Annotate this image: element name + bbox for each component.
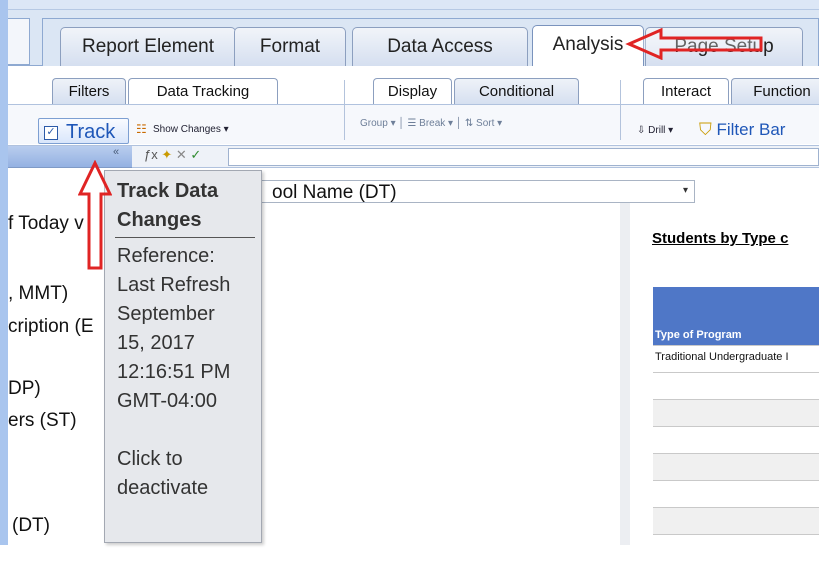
table-row[interactable]: Traditional Undergraduate I — [653, 345, 819, 373]
left-panel-item[interactable]: (DT) — [12, 515, 50, 537]
table-header: Type of Program — [653, 287, 819, 345]
tab-data-access[interactable]: Data Access — [352, 27, 528, 66]
group-button[interactable]: Group ▾ │ ☰ Break ▾ │ ⇅ Sort ▾ — [360, 118, 502, 129]
filter-icon: ⛉ — [699, 120, 712, 139]
ribbon-separator — [344, 80, 345, 140]
table-row[interactable] — [653, 507, 819, 535]
subtab-data-tracking[interactable]: Data Tracking — [128, 78, 278, 105]
left-panel-item[interactable]: cription (E — [8, 316, 94, 338]
tooltip-line: 15, 2017 — [117, 332, 195, 354]
tab-report-element[interactable]: Report Element — [60, 27, 236, 66]
tooltip-line: Reference: — [117, 245, 215, 267]
subtab-filters[interactable]: Filters — [52, 78, 126, 105]
chevron-down-icon: ▾ — [682, 185, 688, 196]
annotation-arrow-left — [625, 28, 763, 60]
object-dropdown[interactable]: ool Name (DT) ▾ — [242, 180, 695, 203]
left-panel-item[interactable]: ers (ST) — [8, 410, 77, 432]
track-label: Track — [66, 121, 116, 143]
tooltip-line: GMT-04:00 — [117, 390, 218, 412]
tooltip-title: Track Data — [117, 180, 219, 202]
table-row[interactable] — [653, 453, 819, 481]
tooltip-line — [117, 416, 263, 445]
table-row[interactable] — [653, 480, 819, 508]
track-button[interactable]: ✓ Track — [38, 118, 129, 144]
table-row[interactable] — [653, 399, 819, 427]
tooltip-title: Changes — [117, 209, 202, 231]
report-title: Students by Type c — [652, 230, 789, 247]
tooltip-line: deactivate — [117, 477, 209, 499]
checkbox-icon: ✓ — [44, 126, 58, 140]
annotation-arrow-up — [78, 160, 112, 270]
subtab-function[interactable]: Function — [731, 78, 819, 105]
table-row[interactable] — [653, 372, 819, 400]
show-changes-icon: ☷ — [136, 122, 147, 136]
show-changes-button[interactable]: Show Changes ▾ — [153, 124, 229, 135]
left-panel-item[interactable]: f Today v — [8, 213, 84, 235]
table-row[interactable] — [653, 426, 819, 454]
filter-bar-button[interactable]: ⛉ Filter Bar — [699, 120, 785, 140]
drill-button[interactable]: ⇩ Drill ▾ — [637, 125, 673, 136]
tooltip-line: 12:16:51 PM — [117, 361, 231, 383]
collapse-icon[interactable]: « — [113, 146, 119, 158]
subtab-interact[interactable]: Interact — [643, 78, 729, 105]
tooltip-line: Click to — [117, 448, 183, 470]
tab-format[interactable]: Format — [234, 27, 346, 66]
dropdown-value: ool Name (DT) — [272, 182, 397, 203]
formula-icons[interactable]: ƒx ✦ ✕ ✓ — [144, 147, 201, 163]
top-bar — [8, 0, 819, 10]
panel-divider — [620, 203, 630, 545]
ribbon-separator — [620, 80, 621, 140]
subtab-display[interactable]: Display — [373, 78, 452, 105]
left-edge-strip — [0, 0, 8, 545]
formula-input[interactable] — [228, 148, 819, 166]
table-row[interactable] — [653, 534, 819, 562]
collapsed-panel-box — [8, 18, 30, 65]
subtab-conditional[interactable]: Conditional — [454, 78, 579, 105]
left-panel-item[interactable]: DP) — [8, 378, 41, 400]
track-changes-tooltip: Track Data Changes Reference: Last Refre… — [104, 170, 262, 543]
tooltip-line: Last Refresh — [117, 274, 231, 296]
tooltip-divider — [115, 237, 255, 238]
tooltip-line: September — [117, 303, 215, 325]
left-panel-item[interactable]: , MMT) — [8, 283, 68, 305]
